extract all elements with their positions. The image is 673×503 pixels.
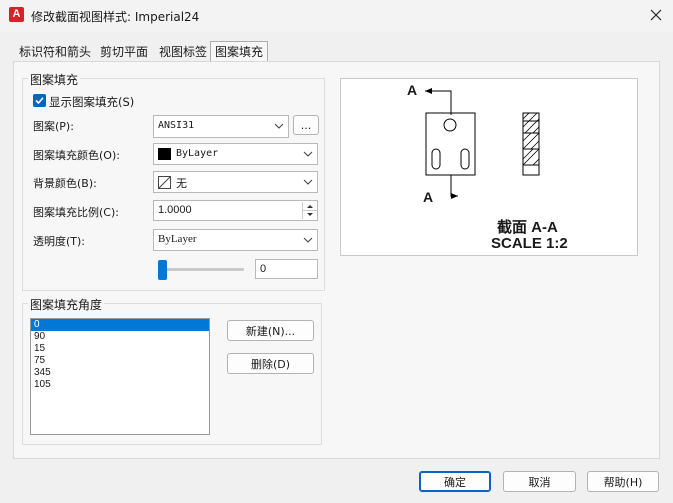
window-title: 修改截面视图样式: Imperial24 [31,10,200,24]
transparency-slider-track[interactable] [160,268,244,271]
list-item[interactable]: 75 [31,355,209,367]
section-drawing [425,88,540,199]
color-swatch-icon [158,148,171,160]
section-view-preview: A A 截面 A-A SCALE 1:2 [340,78,638,256]
list-item[interactable]: 90 [31,331,209,343]
hatch-scale-input[interactable]: 1.0000 [153,200,318,221]
app-logo-icon: A [9,7,24,22]
transparency-select[interactable]: ByLayer [153,229,318,251]
pattern-select[interactable]: ANSI31 [153,115,289,138]
help-button[interactable]: 帮助(H) [587,471,659,492]
tab-view-label[interactable]: 视图标签 [155,44,211,62]
scale-spinner[interactable] [302,202,317,219]
transparency-label: 透明度(T): [33,235,86,248]
new-angle-button[interactable]: 新建(N)... [227,320,314,341]
show-hatch-checkbox[interactable] [33,94,46,107]
list-item[interactable]: 345 [31,367,209,379]
hatch-scale-label: 图案填充比例(C): [33,206,119,219]
pattern-label: 图案(P): [33,120,74,133]
pattern-value: ANSI31 [158,120,195,131]
transparency-slider-thumb[interactable] [158,260,167,280]
chevron-down-icon [303,151,313,157]
hatch-color-label: 图案填充颜色(O): [33,149,120,162]
transparency-slider-value: 0 [260,263,267,275]
transparency-value: ByLayer [158,233,197,245]
no-color-icon [158,176,171,189]
bg-color-value: 无 [176,177,187,190]
tab-hatch[interactable]: 图案填充 [210,41,269,62]
hatch-angle-group-title: 图案填充角度 [28,296,105,313]
close-button[interactable] [644,4,668,26]
hatch-scale-value: 1.0000 [158,204,192,216]
close-icon [650,9,662,21]
bg-color-select[interactable]: 无 [153,171,318,193]
section-scale: SCALE 1:2 [491,235,568,252]
chevron-down-icon [303,237,313,243]
hatch-color-select[interactable]: ByLayer [153,143,318,165]
chevron-down-icon [303,179,313,185]
cancel-button[interactable]: 取消 [503,471,576,492]
list-item[interactable]: 0 [31,319,209,331]
list-item[interactable]: 105 [31,379,209,391]
ok-button[interactable]: 确定 [419,471,491,492]
tab-identifiers-arrows[interactable]: 标识符和箭头 [15,44,95,62]
tab-cutting-plane[interactable]: 剪切平面 [96,44,152,62]
pattern-browse-button[interactable]: ... [293,115,319,135]
chevron-down-icon [274,123,284,129]
list-item[interactable]: 15 [31,343,209,355]
spinner-arrows-icon [303,205,317,216]
checkmark-icon [35,97,44,105]
section-title: 截面 A-A [497,219,558,236]
hatch-color-value: ByLayer [176,148,219,159]
cut-label-bottom: A [423,189,434,205]
bg-color-label: 背景颜色(B): [33,177,97,190]
transparency-value-input[interactable]: 0 [255,259,318,279]
cut-label-top: A [407,82,418,98]
show-hatch-label: 显示图案填充(S) [49,95,135,109]
hatch-group-title: 图案填充 [28,71,81,88]
hatch-angle-list[interactable]: 0 90 15 75 345 105 [30,318,210,435]
delete-angle-button[interactable]: 删除(D) [227,353,314,374]
